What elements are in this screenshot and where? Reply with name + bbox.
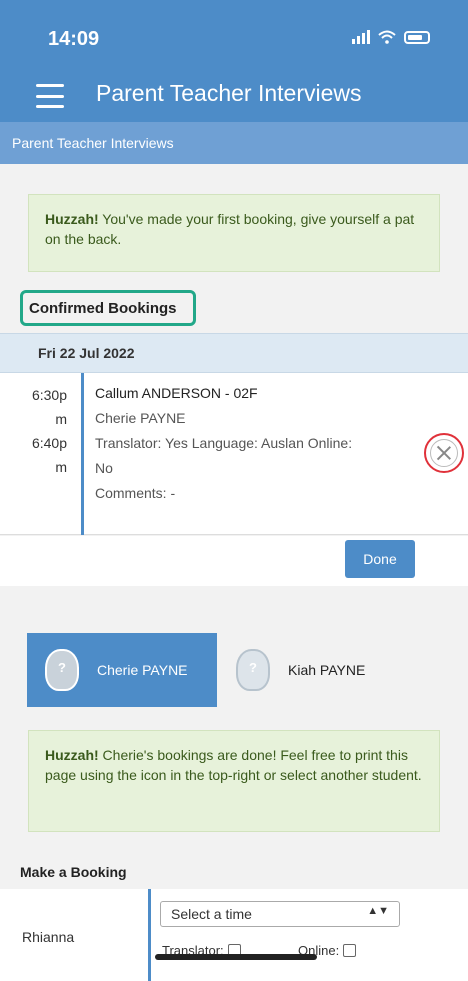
alert-strong: Huzzah!	[45, 747, 99, 763]
battery-icon	[404, 30, 430, 44]
booking-comments: Comments: -	[95, 485, 176, 501]
student-tab-label: Cherie PAYNE	[97, 662, 188, 678]
row-divider	[148, 889, 151, 981]
avatar-icon	[45, 649, 79, 691]
end-time-suffix: m	[55, 459, 67, 475]
menu-icon[interactable]	[36, 84, 64, 108]
confirmed-bookings-heading: Confirmed Bookings	[20, 290, 196, 326]
student-name: Cherie PAYNE	[95, 410, 186, 426]
booking-date-bar: Fri 22 Jul 2022	[0, 333, 468, 373]
subheader-title: Parent Teacher Interviews	[12, 135, 174, 151]
first-booking-alert: Huzzah! You've made your first booking, …	[28, 194, 440, 272]
status-icons	[352, 30, 430, 44]
page-title: Parent Teacher Interviews	[96, 80, 362, 106]
home-indicator	[155, 954, 317, 960]
wifi-icon	[378, 30, 396, 44]
done-area: Done	[0, 536, 468, 586]
bookings-done-alert: Huzzah! Cherie's bookings are done! Feel…	[28, 730, 440, 832]
alert-text: Cherie's bookings are done! Feel free to…	[45, 747, 422, 783]
start-time-suffix: m	[55, 411, 67, 427]
signal-icon	[352, 30, 370, 44]
alert-text: You've made your first booking, give you…	[45, 211, 415, 247]
app-header: Parent Teacher Interviews	[0, 70, 468, 122]
confirmed-booking-row: 6:30p m 6:40p m Callum ANDERSON - 02F Ch…	[0, 373, 468, 535]
student-tab-kiah[interactable]: Kiah PAYNE	[232, 633, 432, 707]
avatar-icon	[236, 649, 270, 691]
start-time: 6:30p	[31, 387, 67, 403]
close-icon[interactable]	[430, 439, 458, 467]
subheader: Parent Teacher Interviews	[0, 122, 468, 164]
done-button[interactable]: Done	[345, 540, 415, 578]
status-bar: 14:09	[0, 0, 468, 70]
teacher-name: Callum ANDERSON - 02F	[95, 385, 258, 401]
chevron-updown-icon: ▲▼	[367, 905, 389, 917]
status-time: 14:09	[48, 28, 100, 50]
online-value: No	[95, 460, 113, 476]
student-tab-label: Kiah PAYNE	[288, 662, 366, 678]
teacher-name: Rhianna	[22, 929, 75, 945]
online-checkbox[interactable]	[343, 944, 357, 957]
student-tab-cherie[interactable]: Cherie PAYNE	[27, 633, 217, 707]
make-booking-row: Rhianna Select a time ▲▼ Translator: Onl…	[0, 889, 468, 981]
time-select[interactable]: Select a time ▲▼	[160, 901, 400, 927]
booking-date: Fri 22 Jul 2022	[38, 345, 135, 361]
time-select-value: Select a time	[171, 906, 252, 922]
alert-strong: Huzzah!	[45, 211, 99, 227]
booking-details: Callum ANDERSON - 02F Cherie PAYNE Trans…	[95, 381, 395, 506]
booking-options: Translator: Yes Language: Auslan Online:	[95, 435, 353, 451]
make-booking-heading: Make a Booking	[20, 864, 127, 880]
booking-time: 6:30p m 6:40p m	[0, 373, 84, 535]
end-time: 6:40p	[31, 435, 67, 451]
cancel-booking-highlight	[424, 433, 464, 473]
